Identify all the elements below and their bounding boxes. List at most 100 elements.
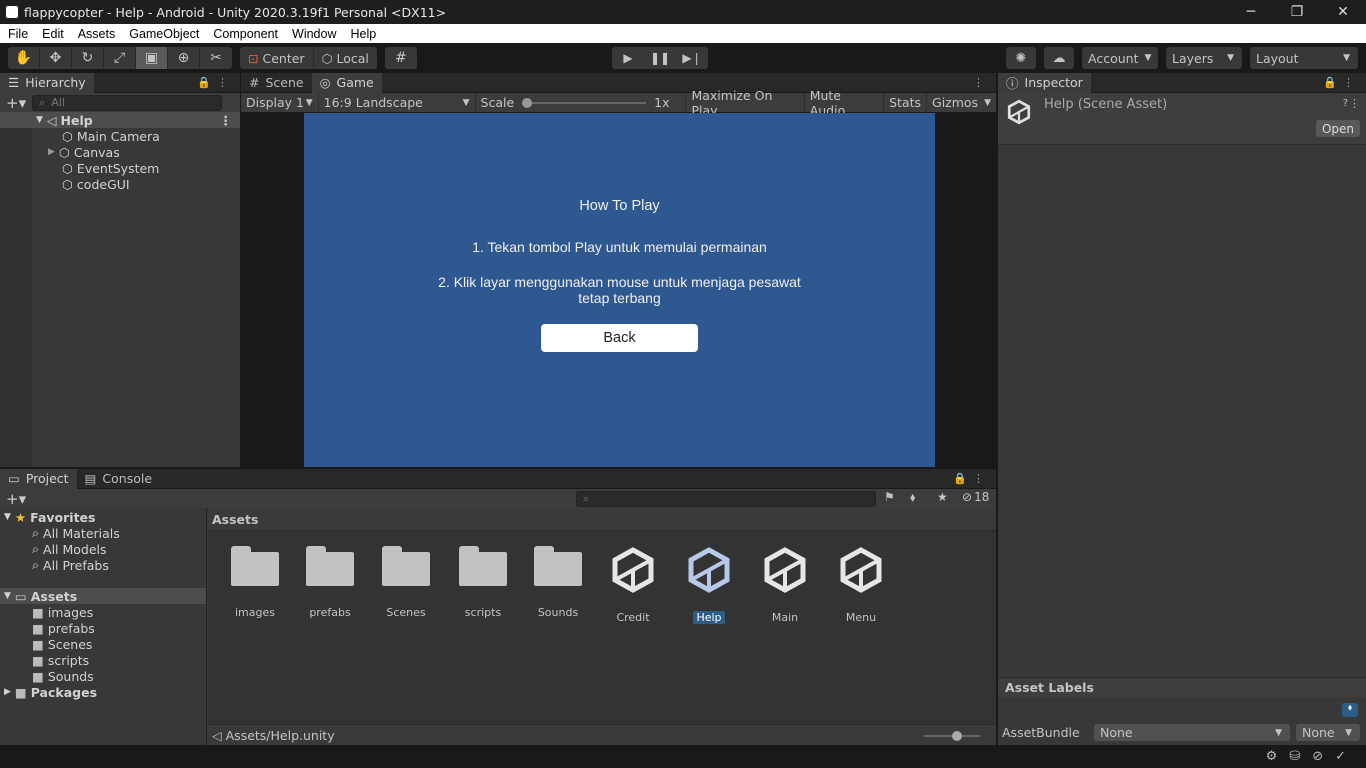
kebab-icon[interactable]: ⋮ <box>220 113 233 128</box>
kebab-icon[interactable]: ⋮ <box>1349 97 1360 110</box>
favorite-item[interactable]: ⌕ All Prefabs <box>0 557 206 573</box>
add-icon[interactable]: +▾ <box>6 490 26 508</box>
folder-label: prefabs <box>47 620 95 636</box>
main-toolbar: ✋ ✥ ↻ ⤢ ▣ ⊕ ✂ ⊡ Center ⬡ Local # ▶ ❚❚ ▶❘ ✺… <box>0 43 1366 73</box>
add-icon[interactable]: +▾ <box>6 94 26 112</box>
asset-folder-scripts[interactable]: scripts <box>451 546 515 619</box>
folder-item[interactable]: ■ Scenes <box>0 636 206 652</box>
tab-hierarchy[interactable]: ☰ Hierarchy <box>0 72 94 93</box>
asset-scene-help[interactable]: Help <box>677 546 741 624</box>
maximize-button[interactable]: ❐ <box>1274 0 1320 24</box>
favorites-row[interactable]: ▼ ★ Favorites <box>0 509 206 525</box>
pivot-local-button[interactable]: ⬡ Local <box>314 47 377 69</box>
rect-tool-icon[interactable]: ▣ <box>136 47 168 69</box>
slider-thumb[interactable] <box>952 731 962 741</box>
scale-slider[interactable] <box>522 97 647 108</box>
layout-label: Layout <box>1256 50 1299 66</box>
star-icon[interactable]: ★ <box>937 490 948 504</box>
packages-row[interactable]: ▶ ■ Packages <box>0 684 206 700</box>
layers-dropdown[interactable]: Layers ▼ <box>1166 47 1242 69</box>
aspect-dropdown[interactable]: 16:9 Landscape ▼ <box>319 93 476 112</box>
help-icon[interactable]: ? <box>1343 98 1348 109</box>
grid-snap-icon[interactable]: # <box>385 47 417 69</box>
status-icons[interactable]: ⚙⛁⊘✓ <box>1266 749 1358 764</box>
asset-scene-menu[interactable]: Menu <box>829 546 893 624</box>
menu-component[interactable]: Component <box>206 27 285 41</box>
maximize-on-play-toggle[interactable]: Maximize On Play <box>686 88 805 118</box>
asset-folder-images[interactable]: images <box>223 546 287 619</box>
close-button[interactable]: ✕ <box>1320 0 1366 24</box>
transform-tool-icon[interactable]: ⊕ <box>168 47 200 69</box>
folder-item[interactable]: ■ prefabs <box>0 620 206 636</box>
slider-thumb[interactable] <box>522 97 533 108</box>
custom-tool-icon[interactable]: ✂ <box>200 47 232 69</box>
mute-audio-toggle[interactable]: Mute Audio <box>805 88 885 118</box>
pause-button[interactable]: ❚❚ <box>644 47 676 69</box>
hierarchy-search-input[interactable]: ⌕ All <box>32 94 223 111</box>
menu-window[interactable]: Window <box>285 27 343 41</box>
project-search-input[interactable]: ⌕ <box>576 491 876 507</box>
folder-item[interactable]: ■ scripts <box>0 652 206 668</box>
step-button[interactable]: ▶❘ <box>676 47 708 69</box>
gizmos-dropdown[interactable]: Gizmos ▼ <box>927 93 996 112</box>
asset-scene-credit[interactable]: Credit <box>601 546 665 624</box>
tab-inspector[interactable]: ⓘ Inspector <box>998 72 1091 93</box>
chevron-down-icon: ▼ <box>305 97 313 108</box>
account-dropdown[interactable]: Account ▼ <box>1082 47 1158 69</box>
lock-icon[interactable]: 🔒⋮ <box>1323 76 1360 89</box>
tree-item-codegui[interactable]: ⬡ codeGUI <box>0 176 240 192</box>
minimize-button[interactable]: ─ <box>1228 0 1274 24</box>
kebab-icon[interactable]: ⋮ <box>973 76 990 89</box>
hand-tool-icon[interactable]: ✋ <box>8 47 40 69</box>
asset-folder-sounds[interactable]: Sounds <box>526 546 590 619</box>
display-dropdown[interactable]: Display 1 ▼ <box>241 93 319 112</box>
filter-label-icon[interactable]: ⬧ <box>910 490 915 505</box>
rotate-tool-icon[interactable]: ↻ <box>72 47 104 69</box>
menu-gameobject[interactable]: GameObject <box>122 27 206 41</box>
pivot-center-button[interactable]: ⊡ Center <box>240 47 314 69</box>
menu-assets[interactable]: Assets <box>71 27 123 41</box>
scene-row[interactable]: ▼ ◁ Help ⋮ <box>0 112 240 128</box>
favorite-item[interactable]: ⌕ All Models <box>0 541 206 557</box>
tab-scene[interactable]: # Scene <box>241 73 312 93</box>
hidden-packages-toggle[interactable]: ⊘ 18 <box>962 490 989 504</box>
play-button[interactable]: ▶ <box>612 47 644 69</box>
lock-icon[interactable]: 🔒⋮ <box>953 472 990 485</box>
collab-icon[interactable]: ✺ <box>1006 47 1036 69</box>
folder-item[interactable]: ■ images <box>0 604 206 620</box>
game-view[interactable]: How To Play 1. Tekan tombol Play untuk m… <box>304 113 935 467</box>
tree-item-canvas[interactable]: ▶ ⬡ Canvas <box>0 144 240 160</box>
open-button[interactable]: Open <box>1315 120 1360 137</box>
assetbundle-dropdown[interactable]: None ▼ <box>1094 724 1290 741</box>
label-tag-icon[interactable]: ⬧ <box>1342 703 1358 717</box>
menu-help[interactable]: Help <box>343 27 383 41</box>
scale-control[interactable]: Scale 1x <box>476 93 687 112</box>
tree-item-eventsystem[interactable]: ⬡ EventSystem <box>0 160 240 176</box>
back-button[interactable]: Back <box>541 324 698 352</box>
assets-row[interactable]: ▼ ▭ Assets <box>0 588 206 604</box>
tree-item-main-camera[interactable]: ⬡ Main Camera <box>0 128 240 144</box>
asset-scene-main[interactable]: Main <box>753 546 817 624</box>
tab-game[interactable]: ◎ Game <box>311 72 382 93</box>
layout-dropdown[interactable]: Layout ▼ <box>1250 47 1358 69</box>
asset-labels-header[interactable]: Asset Labels <box>998 677 1366 697</box>
inspector-asset-header: Help (Scene Asset) ? ⋮ Open <box>998 93 1366 145</box>
menu-file[interactable]: File <box>1 27 35 41</box>
search-icon: ⌕ <box>583 492 590 505</box>
move-tool-icon[interactable]: ✥ <box>40 47 72 69</box>
asset-folder-scenes[interactable]: Scenes <box>374 546 438 619</box>
tab-console[interactable]: ▤ Console <box>77 469 160 489</box>
icon-size-slider[interactable] <box>924 731 980 741</box>
tab-project[interactable]: ▭ Project <box>0 468 77 489</box>
filter-type-icon[interactable]: ⚑ <box>884 490 895 504</box>
asset-folder-prefabs[interactable]: prefabs <box>298 546 362 619</box>
cloud-icon[interactable]: ☁ <box>1044 47 1074 69</box>
folder-item[interactable]: ■ Sounds <box>0 668 206 684</box>
breadcrumb[interactable]: Assets <box>208 508 996 531</box>
assetbundle-variant-dropdown[interactable]: None ▼ <box>1296 724 1360 741</box>
scale-tool-icon[interactable]: ⤢ <box>104 47 136 69</box>
menu-edit[interactable]: Edit <box>35 27 71 41</box>
stats-toggle[interactable]: Stats <box>884 93 928 112</box>
lock-icon[interactable]: 🔒⋮ <box>197 76 234 89</box>
favorite-item[interactable]: ⌕ All Materials <box>0 525 206 541</box>
